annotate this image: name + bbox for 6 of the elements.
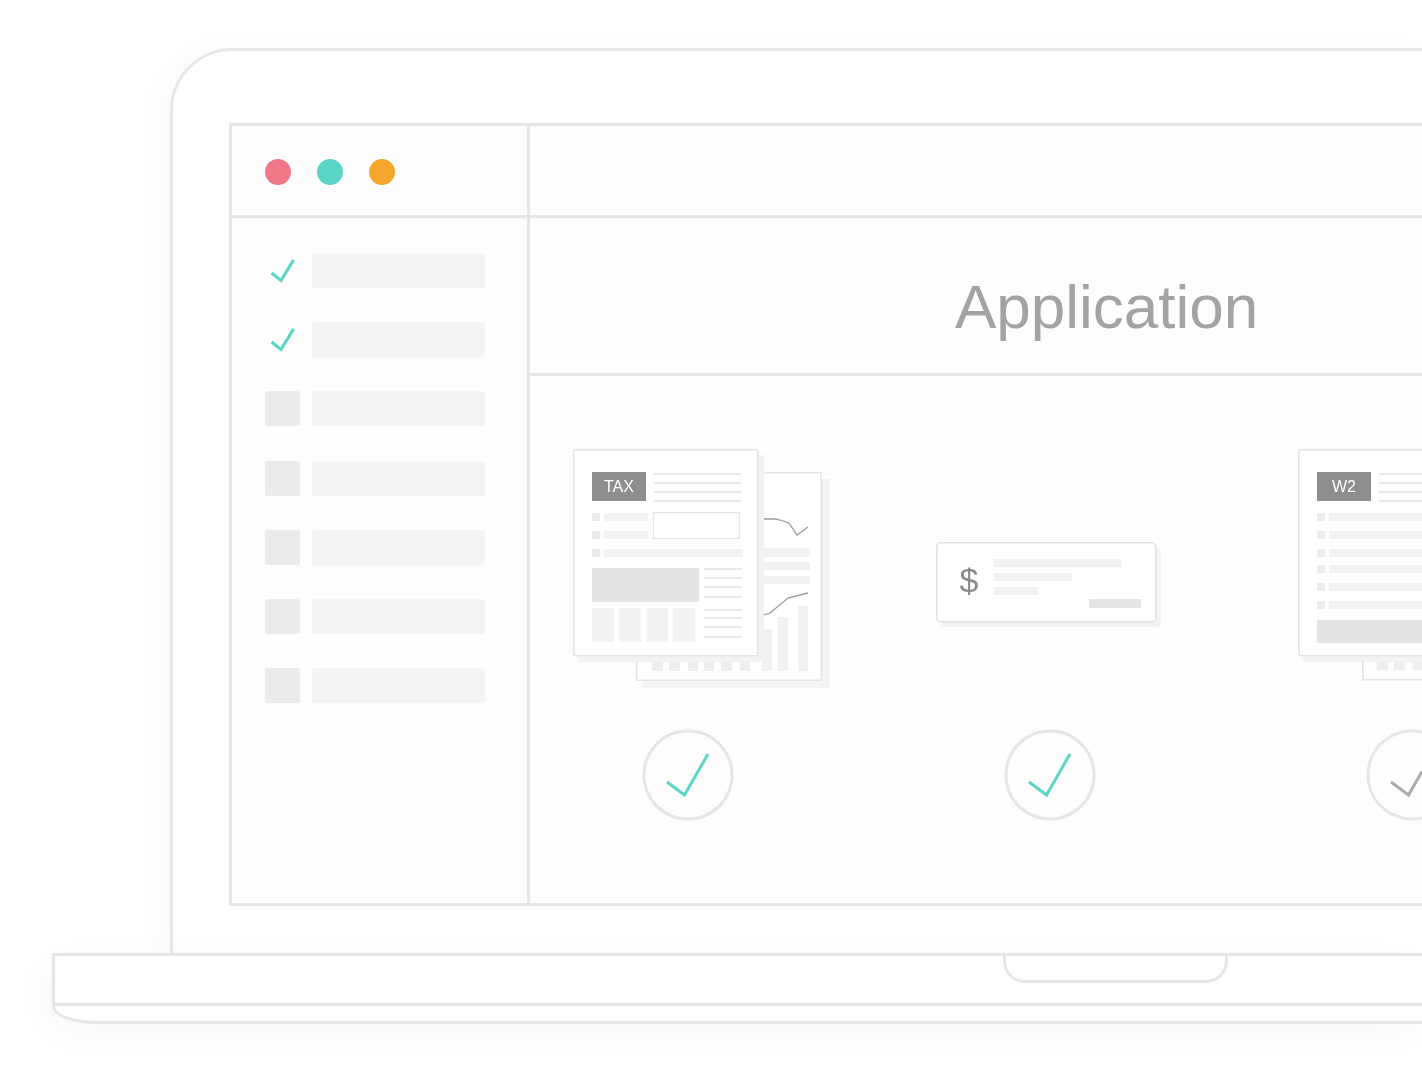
form-tag: TAX: [592, 472, 646, 501]
currency-symbol: $: [959, 561, 979, 599]
window-control-dot-icon[interactable]: [265, 159, 291, 185]
window-control-dot-icon[interactable]: [369, 159, 395, 185]
window-control-dot-icon[interactable]: [317, 159, 343, 185]
form-tag: W2: [1317, 472, 1371, 501]
